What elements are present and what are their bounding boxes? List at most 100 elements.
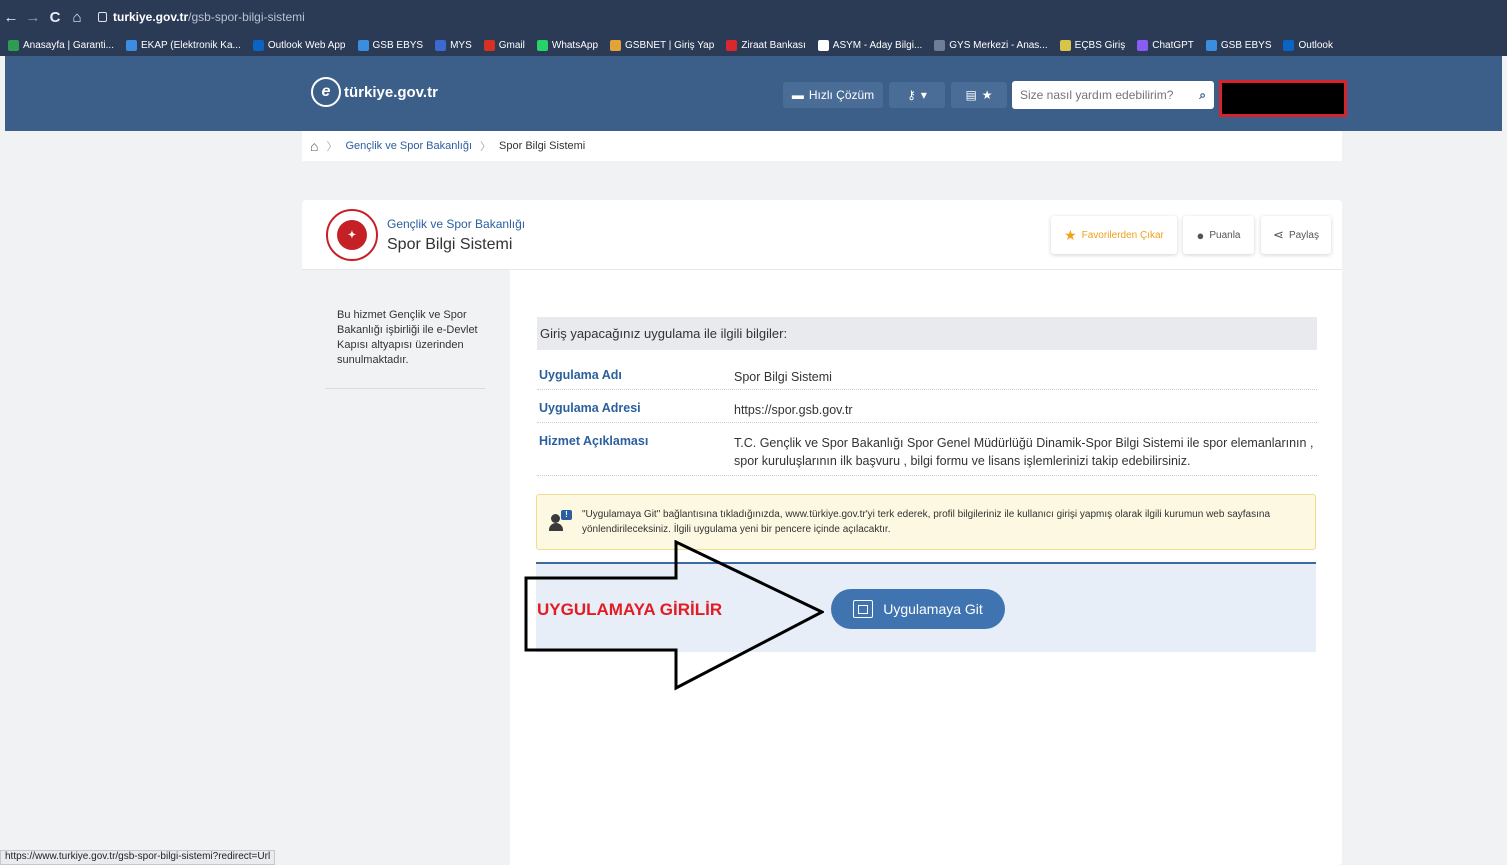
bookmark-label: EÇBS Giriş [1074,39,1126,51]
url-path: /gsb-spor-bilgi-sistemi [188,10,305,24]
e-logo-icon: e [311,77,341,107]
home-icon[interactable]: ⌂ [66,9,88,26]
bookmark-label: Gmail [498,39,525,51]
redacted-user-area [1219,80,1347,117]
notice-text: "Uygulamaya Git" bağlantısına tıkladığın… [582,509,1271,535]
bookmarks-bar: Anasayfa | Garanti... EKAP (Elektronik Ka… [0,34,1507,56]
bookmark-favicon-icon [817,39,829,51]
annotation-text: UYGULAMAYA GİRİLİR [537,600,723,619]
bookmark-label: GYS Merkezi - Anas... [949,39,1048,51]
bookmark-item[interactable]: Outlook [1283,39,1333,51]
forward-icon[interactable]: → [22,9,44,26]
search-input[interactable] [1020,88,1180,102]
ministry-seal-icon: ✦ [326,209,378,261]
quick-solution-button[interactable]: ▬ Hızlı Çözüm [783,82,883,108]
logo-text: türkiye.gov.tr [344,83,438,101]
reload-icon[interactable]: C [44,9,66,26]
search-icon[interactable]: ⌕ [1199,88,1206,103]
url-host: turkiye.gov.tr [113,10,189,24]
share-icon: ⋖ [1273,227,1284,242]
bookmark-label: GSB EBYS [372,39,424,51]
service-card: ✦ Gençlik ve Spor Bakanlığı Spor Bilgi S… [302,200,1342,865]
browser-toolbar: ← → C ⌂ turkiye.gov.tr/gsb-spor-bilgi-si… [0,0,1507,34]
bookmark-item[interactable]: Gmail [483,39,525,51]
breadcrumb-separator-icon: 〉 [326,141,338,153]
user-alert-icon: ! [549,510,572,532]
unfavorite-label: Favorilerden Çıkar [1081,229,1164,241]
star-icon: ★ [981,88,993,102]
service-header: ✦ Gençlik ve Spor Bakanlığı Spor Bilgi S… [302,200,1342,270]
breadcrumb-separator-icon: 〉 [480,141,492,153]
bookmark-label: Anasayfa | Garanti... [23,39,114,51]
bookmark-favicon-icon [934,39,946,51]
bookmark-item[interactable]: Anasayfa | Garanti... [8,39,114,51]
bookmark-favicon-icon [610,39,622,51]
site-header: e türkiye.gov.tr ▬ Hızlı Çözüm ⚷ ▾ ▤ ★ ⌕ [5,56,1502,131]
bookmark-item[interactable]: GSB EBYS [1205,39,1272,51]
breadcrumb-current: Spor Bilgi Sistemi [499,140,586,152]
bookmark-label: GSB EBYS [1220,39,1272,51]
bookmark-item[interactable]: GSBNET | Giriş Yap [610,39,714,51]
bookmark-label: MYS [450,39,472,51]
bookmark-label: WhatsApp [551,39,599,51]
search-box[interactable]: ⌕ [1012,81,1214,109]
bookmark-label: EKAP (Elektronik Ka... [140,39,241,51]
tools-button[interactable]: ⚷ ▾ [889,82,945,108]
bookmark-favicon-icon [1137,39,1149,51]
back-icon[interactable]: ← [0,9,22,26]
info-title: Giriş yapacağınız uygulama ile ilgili bi… [537,317,1317,350]
app-name-key: Uygulama Adı [539,368,622,382]
share-button[interactable]: ⋖ Paylaş [1261,216,1331,254]
rate-label: Puanla [1209,229,1241,241]
bookmark-item[interactable]: ASYM - Aday Bilgi... [817,39,923,51]
bookmark-favicon-icon [1059,39,1071,51]
bookmark-favicon-icon [435,39,447,51]
service-org[interactable]: Gençlik ve Spor Bakanlığı [387,217,525,231]
bookmark-favicon-icon [8,39,19,51]
bookmark-item[interactable]: GSB EBYS [357,39,424,51]
bookmark-item[interactable]: ChatGPT [1137,39,1194,51]
home-icon[interactable]: ⌂ [310,138,318,154]
star-icon: ★ [1064,226,1077,243]
info-row-description: Hizmet Açıklaması T.C. Gençlik ve Spor B… [537,434,1317,476]
chevron-down-icon: ▾ [920,88,927,102]
bookmark-label: ASYM - Aday Bilgi... [832,39,923,51]
info-row-app-name: Uygulama Adı Spor Bilgi Sistemi [537,368,1317,390]
go-to-app-label: Uygulamaya Git [883,601,983,617]
unfavorite-button[interactable]: ★ Favorilerden Çıkar [1051,216,1177,254]
comment-icon: ● [1196,227,1205,243]
bookmark-item[interactable]: EÇBS Giriş [1059,39,1126,51]
breadcrumb-ministry-link[interactable]: Gençlik ve Spor Bakanlığı [345,140,472,152]
rate-button[interactable]: ● Puanla [1183,216,1254,254]
bookmark-label: Outlook Web App [267,39,346,51]
bookmark-favicon-icon [1283,39,1295,51]
turkiye-logo[interactable]: e türkiye.gov.tr [311,77,438,107]
quick-solution-label: Hızlı Çözüm [808,88,875,102]
card-favorites-button[interactable]: ▤ ★ [951,82,1007,108]
bookmark-label: Outlook [1298,39,1333,51]
bookmark-favicon-icon [726,39,738,51]
external-window-icon [853,600,874,618]
bookmark-favicon-icon [252,39,264,51]
bookmark-favicon-icon [125,39,137,51]
bookmark-favicon-icon [483,39,495,51]
app-address-key: Uygulama Adresi [539,401,641,415]
bookmark-favicon-icon [1205,39,1217,51]
status-url: https://www.turkiye.gov.tr/gsb-spor-bilg… [0,850,276,865]
address-bar[interactable]: turkiye.gov.tr/gsb-spor-bilgi-sistemi [98,10,305,24]
bookmark-item[interactable]: WhatsApp [536,39,599,51]
bookmark-item[interactable]: Ziraat Bankası [726,39,806,51]
bookmark-item[interactable]: Outlook Web App [252,39,346,51]
description-value: T.C. Gençlik ve Spor Bakanlığı Spor Gene… [734,436,1314,468]
description-key: Hizmet Açıklaması [539,434,649,448]
bookmark-favicon-icon [536,39,548,51]
bookmark-item[interactable]: GYS Merkezi - Anas... [934,39,1048,51]
id-card-icon: ▤ [965,88,977,102]
bookmark-label: Ziraat Bankası [741,39,806,51]
go-to-app-button[interactable]: Uygulamaya Git [831,589,1005,629]
share-label: Paylaş [1288,229,1319,241]
bookmark-item[interactable]: EKAP (Elektronik Ka... [125,39,241,51]
lock-icon [98,12,107,22]
breadcrumb: ⌂ 〉 Gençlik ve Spor Bakanlığı 〉 Spor Bil… [302,131,1342,161]
bookmark-item[interactable]: MYS [435,39,472,51]
